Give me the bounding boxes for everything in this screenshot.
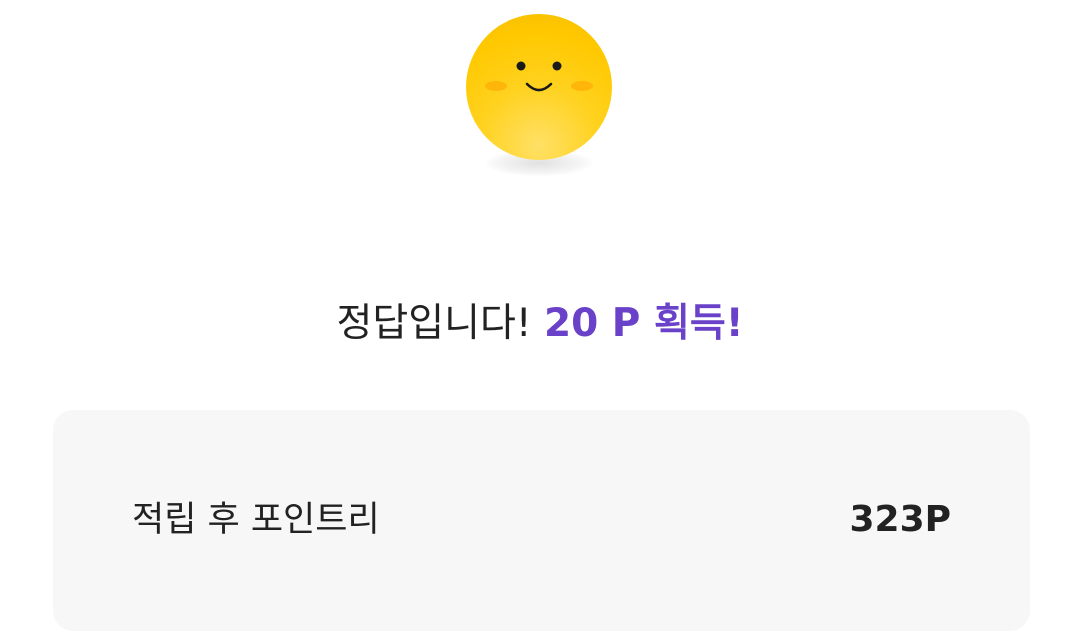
right-eye	[552, 61, 562, 71]
left-eye	[516, 61, 526, 71]
points-after-label: 적립 후 포인트리	[132, 500, 380, 540]
smile-mouth	[525, 82, 553, 92]
mascot	[466, 14, 612, 176]
smiley-face-icon	[466, 14, 612, 160]
result-message-line: 정답입니다! 20 P 획득!	[0, 292, 1080, 356]
left-cheek	[485, 81, 507, 91]
right-cheek	[571, 81, 593, 91]
result-message: 정답입니다!	[336, 301, 532, 346]
points-summary-card: 적립 후 포인트리 323P	[53, 410, 1030, 631]
points-after-value: 323P	[849, 499, 951, 540]
reward-points: 20 P 획득!	[543, 301, 744, 346]
smiley-features	[485, 61, 593, 92]
